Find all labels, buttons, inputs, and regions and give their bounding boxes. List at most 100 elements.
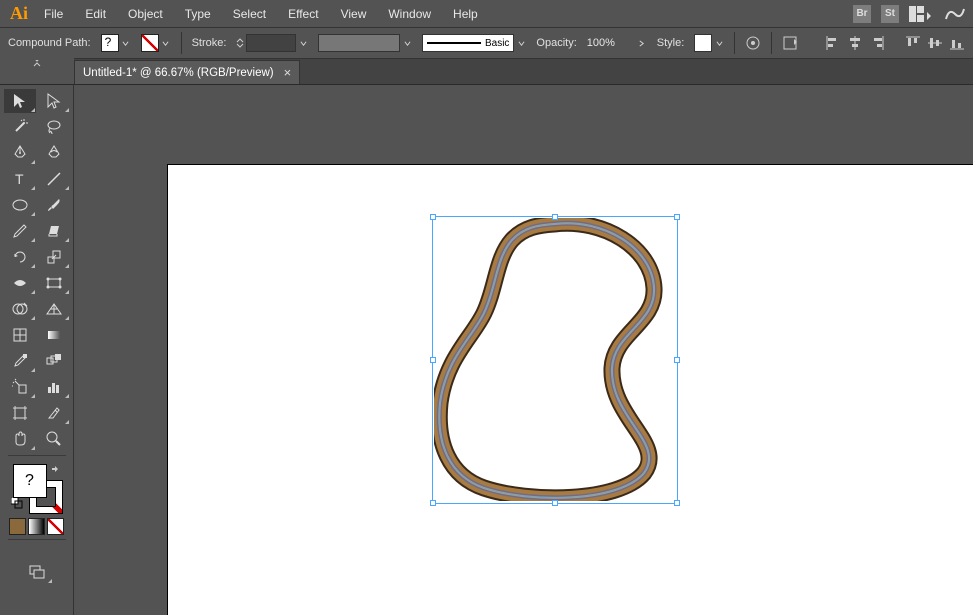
paintbrush-tool[interactable] [38,193,70,217]
recolor-artwork-button[interactable] [745,35,761,51]
blend-tool[interactable] [38,349,70,373]
chevron-down-icon [121,35,131,51]
align-hcenter-icon[interactable] [847,35,863,51]
close-icon[interactable]: × [284,65,292,80]
brush-definition[interactable]: Basic [422,34,526,52]
color-mode-button[interactable] [9,518,26,535]
width-profile-preview [318,34,400,52]
slice-tool[interactable] [38,401,70,425]
brush-name: Basic [485,38,509,49]
arrange-documents-button[interactable] [909,5,933,23]
separator [181,32,182,54]
chevron-down-icon [161,35,171,51]
shape-builder-tool[interactable] [4,297,36,321]
menu-view[interactable]: View [331,3,377,25]
align-vcenter-icon[interactable] [927,35,943,51]
line-segment-tool[interactable] [38,167,70,191]
align-right-icon[interactable] [869,35,885,51]
document-tab[interactable]: Untitled-1* @ 66.67% (RGB/Preview) × [74,60,300,84]
selection-tool[interactable] [4,89,36,113]
align-bottom-icon[interactable] [949,35,965,51]
none-mode-button[interactable] [47,518,64,535]
svg-text:T: T [15,171,24,187]
align-to-button[interactable] [782,35,798,51]
eraser-tool[interactable] [38,219,70,243]
default-fill-stroke-icon[interactable] [11,496,23,514]
ellipse-tool[interactable] [4,193,36,217]
free-transform-tool[interactable] [38,271,70,295]
rotate-tool[interactable] [4,245,36,269]
stroke-label: Stroke: [192,37,227,49]
options-bar: Compound Path: Stroke: Basic [0,27,973,59]
document-tab-title: Untitled-1* @ 66.67% (RGB/Preview) [83,67,274,79]
canvas[interactable] [74,85,973,615]
gradient-tool[interactable] [38,323,70,347]
menu-effect[interactable]: Effect [278,3,328,25]
brush-preview: Basic [422,34,514,52]
menu-window[interactable]: Window [378,3,441,25]
artboard-tool[interactable] [4,401,36,425]
menubar: Ai File Edit Object Type Select Effect V… [0,0,973,27]
menu-object[interactable]: Object [118,3,173,25]
graphic-style-combo[interactable] [694,34,724,52]
column-graph-tool[interactable] [38,375,70,399]
separator [734,32,735,54]
variable-width-profile[interactable] [318,34,412,52]
fill-swatch-icon [101,34,119,52]
scale-tool[interactable] [38,245,70,269]
pencil-tool[interactable] [4,219,36,243]
align-left-icon[interactable] [825,35,841,51]
lasso-tool[interactable] [38,115,70,139]
fill-stroke-control[interactable]: ? [11,462,63,514]
toolbox: T [0,85,74,615]
selection-type-label: Compound Path: [8,37,91,49]
document-tab-strip: Untitled-1* @ 66.67% (RGB/Preview) × [0,59,973,85]
symbol-sprayer-tool[interactable] [4,375,36,399]
stroke-swatch-combo[interactable] [141,34,171,52]
perspective-grid-tool[interactable] [38,297,70,321]
mesh-tool[interactable] [4,323,36,347]
fill-swatch-combo[interactable] [101,34,131,52]
draw-mode-row [9,518,64,535]
screen-mode-button[interactable] [21,560,53,584]
curvature-tool[interactable] [38,141,70,165]
stroke-weight-field[interactable] [236,34,308,52]
stepper-icon[interactable] [236,38,244,48]
chevron-down-icon [402,35,412,51]
chevron-down-icon [714,35,724,51]
stock-button[interactable]: St [881,5,899,23]
pen-tool[interactable] [4,141,36,165]
bridge-button[interactable]: Br [853,5,871,23]
opacity-input[interactable] [587,35,627,51]
width-tool[interactable] [4,271,36,295]
style-swatch-icon [694,34,712,52]
hand-tool[interactable] [4,427,36,451]
menu-help[interactable]: Help [443,3,488,25]
fill-indicator[interactable]: ? [13,464,47,498]
gradient-mode-button[interactable] [28,518,45,535]
align-group [825,35,965,51]
menu-file[interactable]: File [34,3,73,25]
gpu-preview-button[interactable] [943,5,967,23]
opacity-label: Opacity: [536,37,576,49]
selected-compound-path[interactable] [434,218,676,501]
magic-wand-tool[interactable] [4,115,36,139]
opacity-flyout-icon[interactable] [637,35,647,51]
stroke-weight-input[interactable] [246,34,296,52]
menubar-right: Br St [853,5,967,23]
align-top-icon[interactable] [905,35,921,51]
app-logo: Ai [6,0,32,27]
zoom-tool[interactable] [38,427,70,451]
type-tool[interactable]: T [4,167,36,191]
direct-selection-tool[interactable] [38,89,70,113]
main-area: T [0,85,973,615]
toolbox-collapse-button[interactable] [0,58,74,84]
stroke-swatch-icon [141,34,159,52]
menu-edit[interactable]: Edit [75,3,116,25]
eyedropper-tool[interactable] [4,349,36,373]
swap-fill-stroke-icon[interactable] [51,462,61,480]
chevron-down-icon [516,35,526,51]
style-label: Style: [657,37,685,49]
menu-select[interactable]: Select [223,3,276,25]
menu-type[interactable]: Type [175,3,221,25]
